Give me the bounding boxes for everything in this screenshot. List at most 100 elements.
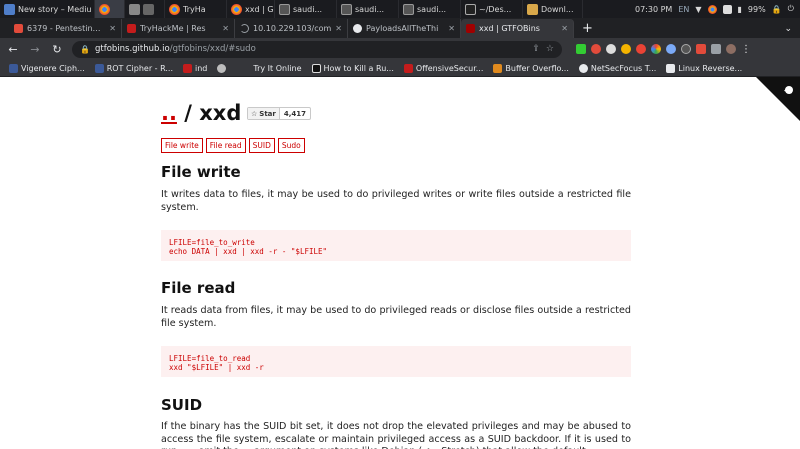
tab-search-icon[interactable]: ⌄ <box>784 19 800 38</box>
extension-icon[interactable] <box>591 44 601 54</box>
extensions-bar: ⋮ <box>576 44 751 55</box>
extension-icon[interactable] <box>576 44 586 54</box>
browser-tab[interactable]: PayloadsAllTheThi ✕ <box>348 19 461 38</box>
bookmark-label: ROT Cipher - R... <box>106 63 174 73</box>
browser-tab[interactable]: 6379 - Pentesting R ✕ <box>9 19 122 38</box>
bookmark-item[interactable] <box>212 63 234 73</box>
share-icon[interactable]: ⇪ <box>532 44 540 54</box>
code-line: LFILE=file_to_write <box>169 238 255 247</box>
extension-icon[interactable] <box>621 44 631 54</box>
tab-title: TryHackMe | Res <box>140 24 206 33</box>
taskbar-item[interactable]: saudi... <box>275 0 337 18</box>
loading-spinner-icon <box>240 24 249 33</box>
folder-icon <box>527 3 538 15</box>
tag-sudo[interactable]: Sudo <box>277 138 305 153</box>
tab-close-icon[interactable]: ✕ <box>561 24 568 33</box>
bookmark-item[interactable]: ind <box>178 63 212 73</box>
lock-icon[interactable]: 🔒 <box>80 45 90 54</box>
tag-file-read[interactable]: File read <box>205 138 246 153</box>
os-taskbar: New story – Mediu TryHa xxd | G saudi...… <box>0 0 800 18</box>
taskbar-item[interactable]: Downl... <box>523 0 583 18</box>
wifi-icon[interactable]: ▼ <box>695 5 701 14</box>
taskbar-item[interactable]: ~/Des... <box>461 0 523 18</box>
bookmark-item[interactable]: How to Kill a Ru... <box>307 63 399 73</box>
code-line: echo DATA | xxd | xxd -r - "$LFILE" <box>169 247 328 256</box>
taskbar-item[interactable]: TryHa <box>165 0 227 18</box>
tab-close-icon[interactable]: ✕ <box>448 24 455 33</box>
bookmark-item[interactable]: Try It Online <box>248 64 306 73</box>
bookmark-item[interactable]: NetSecFocus T... <box>574 63 661 73</box>
taskbar-item-label: xxd | G <box>245 4 274 14</box>
discord-icon[interactable] <box>722 4 732 14</box>
address-bar[interactable]: 🔒 gtfobins.github.io/gtfobins/xxd/#sudo … <box>72 40 562 58</box>
taskbar-item[interactable]: xxd | G <box>227 0 275 18</box>
bookmark-favicon <box>9 63 18 73</box>
code-block-file-write: LFILE=file_to_write echo DATA | xxd | xx… <box>161 230 631 261</box>
taskbar-item[interactable]: saudi... <box>399 0 461 18</box>
reload-icon[interactable]: ↻ <box>50 43 64 56</box>
parent-link[interactable]: .. <box>161 101 177 125</box>
bookmark-label: ind <box>195 63 208 73</box>
extension-icon[interactable] <box>636 44 646 54</box>
tab-title: 6379 - Pentesting R <box>27 24 106 33</box>
extension-icon[interactable] <box>651 44 661 54</box>
chrome-tray-icon[interactable] <box>707 4 717 14</box>
tab-title: PayloadsAllTheThi <box>366 24 439 33</box>
clock[interactable]: 07:30 PM <box>635 5 672 14</box>
tab-close-icon[interactable]: ✕ <box>335 24 342 33</box>
url-path: /gtfobins/xxd/#sudo <box>169 44 256 54</box>
code-line: LFILE=file_to_read <box>169 354 251 363</box>
extension-icon[interactable] <box>681 44 691 54</box>
star-button[interactable]: ☆ Star <box>248 108 280 119</box>
chrome-icon <box>169 3 180 15</box>
bookmark-item[interactable]: Buffer Overflo... <box>488 63 574 73</box>
taskbar-item[interactable] <box>125 0 165 18</box>
window-icon <box>279 3 290 15</box>
avatar[interactable] <box>726 44 736 54</box>
tab-close-icon[interactable]: ✕ <box>109 24 116 33</box>
tag-suid[interactable]: SUID <box>248 138 275 153</box>
code-block-file-read: LFILE=file_to_read xxd "$LFILE" | xxd -r <box>161 346 631 377</box>
tab-close-icon[interactable]: ✕ <box>222 24 229 33</box>
extension-icon[interactable] <box>696 44 706 54</box>
tag-file-write[interactable]: File write <box>161 138 203 153</box>
bookmark-favicon <box>183 63 193 73</box>
battery-icon[interactable]: ▮ <box>738 5 742 14</box>
keyboard-layout[interactable]: EN <box>678 5 689 14</box>
github-corner[interactable] <box>756 77 800 121</box>
window-icon <box>403 3 414 15</box>
title-separator: / <box>176 101 200 125</box>
section-text-file-write: It writes data to files, it may be used … <box>161 189 631 213</box>
binary-name: xxd <box>199 101 242 125</box>
bookmark-item[interactable]: OffensiveSecur... <box>399 63 489 73</box>
browser-tab-active[interactable]: xxd | GTFOBins ✕ <box>461 19 574 38</box>
bookmark-star-icon[interactable]: ☆ <box>546 44 554 54</box>
taskbar-item[interactable]: New story – Mediu <box>0 0 95 18</box>
chrome-icon <box>99 3 110 15</box>
lock-icon[interactable]: 🔒 <box>772 5 782 14</box>
star-count[interactable]: 4,417 <box>280 108 310 119</box>
bookmark-label: NetSecFocus T... <box>590 63 657 73</box>
bookmark-item[interactable]: Vigenere Ciph... <box>4 63 90 73</box>
section-text-suid: If the binary has the SUID bit set, it d… <box>161 421 631 449</box>
bookmark-item[interactable]: Linux Reverse... <box>661 63 747 73</box>
forward-icon[interactable]: → <box>28 43 42 56</box>
back-icon[interactable]: ← <box>6 43 20 56</box>
taskbar-item-label: New story – Mediu <box>18 4 92 14</box>
github-star-button[interactable]: ☆ Star 4,417 <box>247 107 312 120</box>
bookmark-item[interactable]: ROT Cipher - R... <box>90 63 178 73</box>
taskbar-item[interactable]: saudi... <box>337 0 399 18</box>
url-host: gtfobins.github.io <box>94 44 170 54</box>
code-line: xxd "$LFILE" | xxd -r <box>169 363 264 372</box>
extension-icon[interactable] <box>606 44 616 54</box>
browser-tab[interactable]: 10.10.229.103/com ✕ <box>235 19 348 38</box>
puzzle-icon[interactable] <box>711 44 721 54</box>
new-tab-button[interactable]: + <box>574 19 601 38</box>
taskbar-item-active[interactable] <box>95 0 125 18</box>
extension-icon[interactable] <box>666 44 676 54</box>
tab-favicon <box>127 24 136 33</box>
browser-tab[interactable]: TryHackMe | Res ✕ <box>122 19 235 38</box>
power-icon[interactable]: ⏻ <box>788 4 794 14</box>
bookmark-favicon <box>94 63 104 73</box>
menu-icon[interactable]: ⋮ <box>741 44 751 55</box>
